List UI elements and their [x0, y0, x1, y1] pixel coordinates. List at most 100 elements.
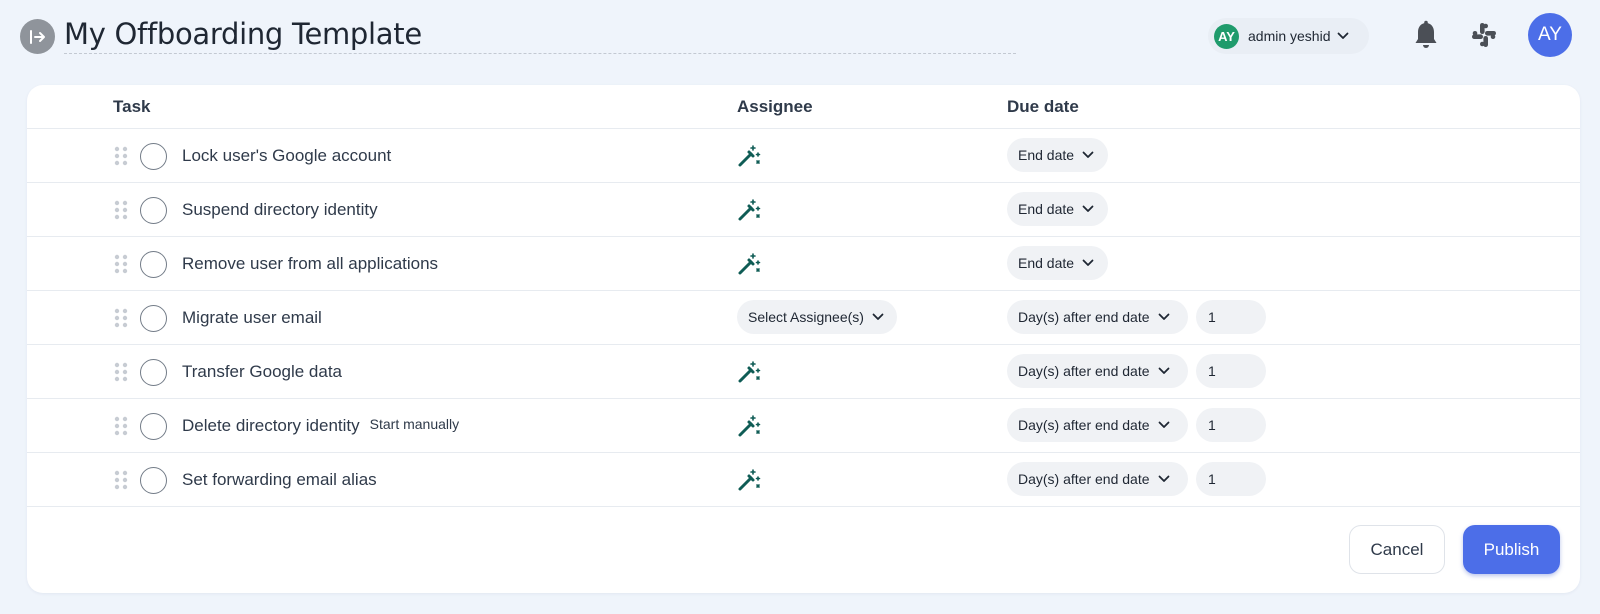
drag-handle-icon — [114, 254, 128, 274]
auto-assign-button[interactable] — [737, 414, 761, 443]
magic-wand-icon — [738, 361, 761, 383]
title-field[interactable]: My Offboarding Template — [64, 14, 1016, 54]
drag-handle-icon — [114, 200, 128, 220]
table-row: Suspend directory identity End date — [27, 183, 1580, 237]
drag-handle[interactable] — [114, 308, 128, 333]
table-row: Lock user's Google account End date — [27, 129, 1580, 183]
template-card: Task Assignee Due date Lock user's Googl… — [27, 85, 1580, 593]
task-name: Suspend directory identity — [182, 200, 378, 219]
magic-wand-icon — [738, 145, 761, 167]
drag-handle[interactable] — [114, 254, 128, 279]
auto-assign-button[interactable] — [737, 198, 761, 227]
task-checkbox[interactable] — [140, 305, 167, 332]
chevron-down-icon — [1082, 259, 1094, 266]
assignee-select-label: Select Assignee(s) — [748, 309, 864, 325]
drag-handle-icon — [114, 362, 128, 382]
chevron-down-icon — [1158, 421, 1169, 428]
days-input[interactable] — [1196, 408, 1266, 442]
magic-wand-icon — [738, 469, 761, 491]
drag-handle[interactable] — [114, 146, 128, 171]
chevron-down-icon — [872, 313, 884, 320]
task-name: Transfer Google data — [182, 362, 343, 381]
exit-icon — [29, 29, 45, 44]
task-label: Remove user from all applications — [182, 254, 438, 274]
due-date-select[interactable]: Day(s) after end date — [1007, 354, 1188, 388]
bell-icon — [1415, 20, 1437, 48]
chevron-down-icon — [1158, 367, 1169, 374]
auto-assign-button[interactable] — [737, 468, 761, 497]
due-date-label: Day(s) after end date — [1018, 471, 1150, 487]
due-date-label: Day(s) after end date — [1018, 309, 1150, 325]
column-task: Task — [113, 97, 151, 116]
table-row: Transfer Google data Day(s) after end dat… — [27, 345, 1580, 399]
due-date-select[interactable]: End date — [1007, 246, 1108, 280]
task-checkbox[interactable] — [140, 197, 167, 224]
task-checkbox[interactable] — [140, 359, 167, 386]
publish-button[interactable]: Publish — [1463, 525, 1560, 574]
task-checkbox[interactable] — [140, 467, 167, 494]
task-label: Transfer Google data — [182, 362, 342, 382]
task-name: Set forwarding email alias — [182, 470, 377, 489]
slack-button[interactable] — [1471, 22, 1497, 53]
auto-assign-button[interactable] — [737, 252, 761, 281]
table-row: Migrate user email Select Assignee(s) Day(… — [27, 291, 1580, 345]
task-checkbox[interactable] — [140, 251, 167, 278]
drag-handle-icon — [114, 308, 128, 328]
task-name: Remove user from all applications — [182, 254, 439, 273]
user-badge: AY — [1214, 23, 1239, 49]
chevron-down-icon — [1158, 475, 1169, 482]
auto-assign-button[interactable] — [737, 144, 761, 173]
task-label: Suspend directory identity — [182, 200, 378, 220]
due-date-select[interactable]: End date — [1007, 192, 1108, 226]
due-date-select[interactable]: End date — [1007, 138, 1108, 172]
magic-wand-icon — [738, 199, 761, 221]
task-label: Migrate user email — [182, 308, 322, 328]
chevron-down-icon — [1158, 313, 1169, 320]
drag-handle[interactable] — [114, 200, 128, 225]
due-date-label: Day(s) after end date — [1018, 363, 1150, 379]
column-assignee: Assignee — [737, 97, 813, 116]
drag-handle[interactable] — [114, 362, 128, 387]
task-name: Delete directory identity — [182, 416, 360, 435]
profile-avatar[interactable]: AY — [1528, 13, 1572, 57]
start-manually-tag: Start manually — [369, 416, 460, 432]
task-checkbox[interactable] — [140, 413, 167, 440]
chevron-down-icon — [1082, 151, 1094, 158]
due-date-select[interactable]: Day(s) after end date — [1007, 300, 1188, 334]
due-date-label: End date — [1018, 201, 1075, 217]
user-name: admin yeshid — [1248, 28, 1331, 44]
task-label: Lock user's Google account — [182, 146, 391, 166]
drag-handle-icon — [114, 470, 128, 490]
drag-handle-icon — [114, 146, 128, 166]
magic-wand-icon — [738, 253, 761, 275]
days-input[interactable] — [1196, 300, 1266, 334]
due-date-label: End date — [1018, 255, 1075, 271]
task-name: Lock user's Google account — [182, 146, 392, 165]
chevron-down-icon — [1082, 205, 1094, 212]
due-date-label: End date — [1018, 147, 1075, 163]
notifications-button[interactable] — [1413, 20, 1439, 55]
drag-handle[interactable] — [114, 470, 128, 495]
account-switcher[interactable]: AY admin yeshid — [1208, 18, 1369, 54]
drag-handle-icon — [114, 416, 128, 436]
table-row: Set forwarding email alias Day(s) after e… — [27, 453, 1580, 507]
assignee-select[interactable]: Select Assignee(s) — [737, 300, 897, 334]
column-due-date: Due date — [1007, 97, 1079, 116]
due-date-select[interactable]: Day(s) after end date — [1007, 462, 1188, 496]
auto-assign-button[interactable] — [737, 360, 761, 389]
page-title: My Offboarding Template — [64, 17, 422, 51]
exit-button[interactable] — [20, 19, 55, 54]
due-date-select[interactable]: Day(s) after end date — [1007, 408, 1188, 442]
days-input[interactable] — [1196, 462, 1266, 496]
chevron-down-icon — [1337, 32, 1348, 39]
table-row: Remove user from all applications End dat… — [27, 237, 1580, 291]
due-date-label: Day(s) after end date — [1018, 417, 1150, 433]
magic-wand-icon — [738, 415, 761, 437]
slack-icon — [1472, 23, 1496, 47]
drag-handle[interactable] — [114, 416, 128, 441]
days-input[interactable] — [1196, 354, 1266, 388]
cancel-button[interactable]: Cancel — [1349, 525, 1445, 574]
task-checkbox[interactable] — [140, 143, 167, 170]
table-row: Delete directory identity Start manually D… — [27, 399, 1580, 453]
task-label: Set forwarding email alias — [182, 470, 377, 490]
